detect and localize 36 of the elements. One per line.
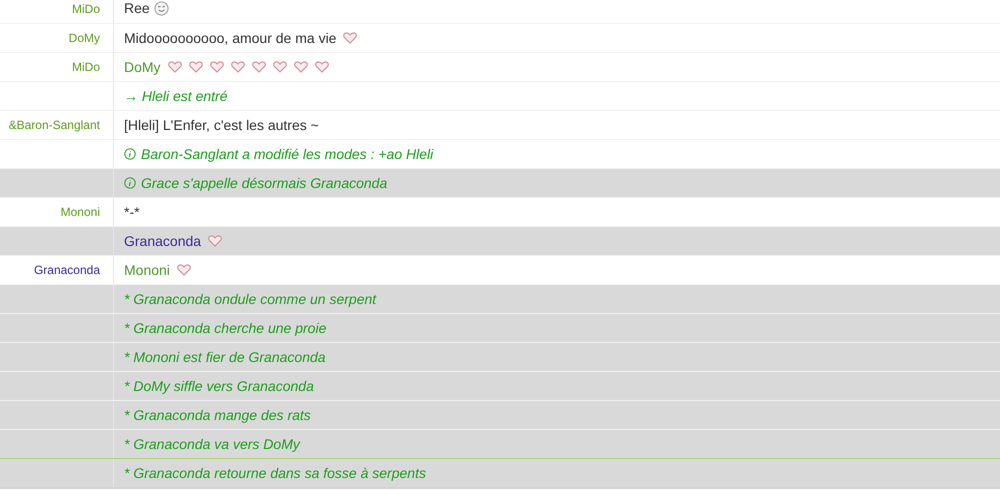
heart-icon [210, 61, 224, 73]
message-text: Mononi [124, 260, 170, 280]
nick-label[interactable]: Granaconda [34, 261, 100, 279]
info-icon [124, 177, 136, 189]
heart-icon [343, 32, 358, 44]
event-text: * Granaconda retourne dans sa fosse à serpents [124, 464, 426, 483]
heart-icon [252, 61, 266, 73]
heart-icon [272, 61, 287, 73]
event-text: * Granaconda va vers DoMy [124, 434, 300, 454]
event-text: * Granaconda cherche une proie [124, 318, 326, 338]
nick-label[interactable]: DoMy [68, 29, 100, 47]
event-text: Grace s'appelle désormais Granaconda [141, 174, 388, 193]
nick-label[interactable]: Mononi [60, 203, 100, 221]
message-text: Midoooooooooo, amour de ma vie [124, 28, 336, 48]
message-text: DoMy [124, 58, 161, 77]
message-text: [Hleli] L'Enfer, c'est les autres ~ [124, 116, 319, 135]
nick-label[interactable]: MiDo [72, 58, 100, 76]
heart-icon [314, 61, 329, 73]
heart-icon [188, 61, 203, 73]
nick-label[interactable]: &Baron-Sanglant [8, 116, 100, 134]
heart-icon [208, 235, 222, 247]
message-text: Ree [124, 0, 150, 18]
nick-label[interactable]: MiDo [72, 0, 100, 18]
event-text: Baron-Sanglant a modifié les modes : +ao Hleli [141, 144, 434, 164]
message-text: *-* [124, 202, 140, 222]
message-text: Granaconda [124, 232, 202, 250]
event-text: * DoMy siffle vers Granaconda [124, 376, 314, 396]
event-text: → Hleli est entré [124, 86, 228, 106]
event-text: * Granaconda ondule comme un serpent [124, 290, 376, 309]
heart-icon [176, 264, 191, 276]
event-text: * Mononi est fier de Granaconda [124, 348, 326, 366]
heart-icon [230, 61, 245, 73]
heart-icon [294, 61, 308, 73]
info-icon [124, 148, 136, 160]
heart-icon [168, 61, 182, 73]
event-text: * Granaconda mange des rats [124, 406, 311, 425]
